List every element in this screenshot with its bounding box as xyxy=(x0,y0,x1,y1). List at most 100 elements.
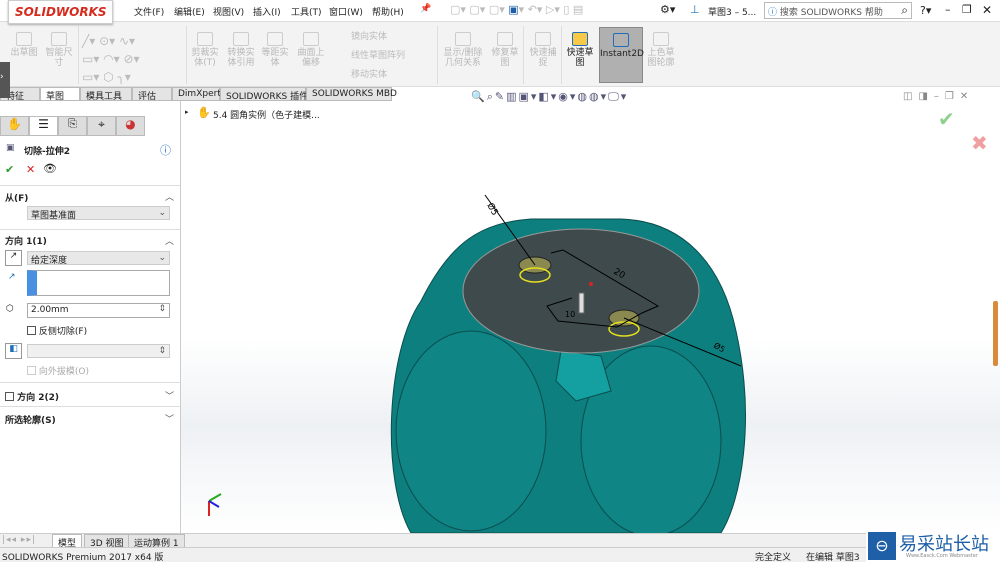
tab-mbd[interactable]: SOLIDWORKS MBD xyxy=(306,87,397,101)
selected-contours-section[interactable]: 所选轮廓(S) ﹀ xyxy=(0,406,180,430)
menu-help[interactable]: 帮助(H) xyxy=(372,5,404,18)
menu-file[interactable]: 文件(F) xyxy=(134,5,164,18)
configuration-manager-tab[interactable]: ⎘ xyxy=(58,116,87,136)
tab-addins[interactable]: SOLIDWORKS 插件 xyxy=(220,87,308,102)
from-select[interactable]: 草图基准面 ⌄ xyxy=(27,206,170,221)
logo-text: SOLIDWORKS xyxy=(15,5,107,19)
status-editing: 在编辑 草图3 xyxy=(806,553,860,563)
help-button[interactable]: ?▾ xyxy=(920,4,931,17)
menu-view[interactable]: 视图(V) xyxy=(213,5,244,18)
ribbon-smart-dimension[interactable]: 智能尺寸 xyxy=(42,32,76,68)
dice-model xyxy=(390,194,746,533)
dimxpert-manager-tab[interactable]: ⌖ xyxy=(87,116,116,136)
watermark-icon: ⊖ xyxy=(868,532,896,560)
cut-extrude-icon: ▣ xyxy=(6,143,15,153)
expand-panel-handle[interactable]: › xyxy=(0,62,10,98)
menu-insert[interactable]: 插入(I) xyxy=(253,5,281,18)
ribbon-exit-sketch[interactable]: 出草图 xyxy=(8,32,40,58)
status-defined: 完全定义 xyxy=(755,553,792,563)
reverse-direction-button[interactable]: ↗ xyxy=(5,250,22,266)
depth-icon: ⬡ xyxy=(6,304,14,314)
ribbon-quick-snaps[interactable]: 快速捕捉 xyxy=(526,32,560,68)
tab-model[interactable]: 模型 xyxy=(52,534,83,549)
tab-3d-view[interactable]: 3D 视图 xyxy=(84,534,130,549)
search-placeholder: 搜索 SOLIDWORKS 帮助 xyxy=(779,8,883,18)
quick-access-toolbar[interactable]: ▢▾ ▢▾ ▢▾ ▣▾ ↶▾ ▷▾ ▯ ▤ xyxy=(450,3,583,16)
solidworks-logo[interactable]: SOLIDWORKS xyxy=(8,0,113,24)
pin-icon[interactable]: 📌 xyxy=(420,4,431,14)
sketch-entity-tools[interactable]: ╱▾ ⊙▾ ∿▾ ▭▾ ◠▾ ⊘▾ ▭▾ ⬡ ╮▾ xyxy=(82,32,182,86)
menu-tools[interactable]: 工具(T) xyxy=(291,5,322,18)
status-bar: SOLIDWORKS Premium 2017 x64 版 完全定义 在编辑 草… xyxy=(0,547,1000,563)
expand-icon[interactable]: ﹀ xyxy=(165,389,174,402)
ribbon-relations[interactable]: 显示/删除几何关系 xyxy=(440,32,486,68)
ribbon-surface-offset[interactable]: 曲面上偏移 xyxy=(294,32,328,68)
end-condition-select[interactable]: 给定深度 ⌄ xyxy=(27,251,170,266)
ok-button[interactable]: ✔ xyxy=(5,163,14,176)
help-icon[interactable]: ⓘ xyxy=(160,142,171,158)
tab-motion-study[interactable]: 运动算例 1 xyxy=(128,534,185,549)
triad-icon xyxy=(208,493,222,516)
ribbon-repair[interactable]: 修复草图 xyxy=(488,32,522,68)
graphics-area[interactable]: ▸ ✋ 5.4 圆角实例（色子建模... 🔍⌕✎▥▣▾◧▾◉▾◍◍▾🖵▾ ◫◨–… xyxy=(181,90,1000,533)
manager-tabs: ✋ ☰ ⎘ ⌖ ◕ xyxy=(0,116,147,136)
minimize-button[interactable]: – xyxy=(945,3,951,16)
feature-title: 切除-拉伸2 xyxy=(24,147,70,157)
search-icon[interactable]: ⌕ xyxy=(901,3,908,18)
help-search-input[interactable]: ⓘ 搜索 SOLIDWORKS 帮助 ⌕ xyxy=(764,2,912,19)
ribbon-instant2d[interactable]: Instant2D xyxy=(599,27,644,83)
tab-sketch[interactable]: 草图 xyxy=(40,87,80,102)
model-tabs: |◂◂ ▸▸| 模型 3D 视图 运动算例 1 xyxy=(0,533,1000,549)
sketch-icon: ⊥ xyxy=(690,3,700,16)
watermark-logo: ⊖ 易采站长站 Www.Easck.Com Webmaster xyxy=(866,530,1000,562)
preview-eye-icon[interactable]: 👁 xyxy=(43,162,57,175)
window-title: 草图3 – 5... xyxy=(708,8,757,18)
direction-arrow-icon: ↗ xyxy=(8,272,16,282)
gear-icon[interactable]: ⚙▾ xyxy=(660,3,675,16)
dimension-dia1: Ø5 xyxy=(484,201,500,218)
direction-reference-box[interactable] xyxy=(27,270,170,296)
from-section: 从(F) ︿ 草图基准面 ⌄ xyxy=(0,185,180,229)
depth-input[interactable]: 2.00mm ⇕ xyxy=(27,303,170,318)
command-tabs: 特征 草图 模具工具 评估 DimXpert SOLIDWORKS 插件 SOL… xyxy=(0,87,400,102)
draft-outward-checkbox[interactable]: 向外拔模(O) xyxy=(27,364,89,377)
expand-icon[interactable]: ﹀ xyxy=(165,412,174,425)
ribbon-mirror[interactable]: 镜向实体 xyxy=(335,28,405,47)
property-manager-tab[interactable]: ☰ xyxy=(29,116,58,136)
property-manager: ✋ ☰ ⎘ ⌖ ◕ ▣ 切除-拉伸2 ⓘ ✔ ✕ 👁 从(F) ︿ 草图基准面 ⌄… xyxy=(0,101,181,533)
feature-manager-tab[interactable]: ✋ xyxy=(0,116,29,136)
from-label: 从(F) xyxy=(5,194,29,204)
ribbon-move[interactable]: 移动实体 xyxy=(335,66,405,85)
display-manager-tab[interactable]: ◕ xyxy=(116,116,145,136)
draft-angle-input[interactable]: ⇕ xyxy=(27,344,170,358)
ribbon-trim[interactable]: 剪裁实体(T) xyxy=(190,32,220,68)
cancel-button[interactable]: ✕ xyxy=(26,163,35,176)
collapse-icon[interactable]: ︿ xyxy=(165,234,174,247)
watermark-subtext: Www.Easck.Com Webmaster xyxy=(906,553,978,559)
dimension-len2: 10 xyxy=(565,310,575,319)
ribbon-rapid-sketch[interactable]: 快速草图 xyxy=(563,32,597,68)
model-view: Ø5 20 10 Ø5 xyxy=(208,194,746,533)
collapse-icon[interactable]: ︿ xyxy=(165,190,174,203)
tab-scroll-arrows[interactable]: |◂◂ ▸▸| xyxy=(2,535,36,545)
menu-window[interactable]: 窗口(W) xyxy=(329,5,363,18)
tab-evaluate[interactable]: 评估 xyxy=(132,87,172,102)
direction1-label: 方向 1(1) xyxy=(5,237,47,247)
menu-edit[interactable]: 编辑(E) xyxy=(174,5,205,18)
selected-contours-label: 所选轮廓(S) xyxy=(5,416,56,426)
draft-button[interactable]: ◧ xyxy=(5,343,22,359)
direction2-section[interactable]: 方向 2(2) ﹀ xyxy=(0,382,180,406)
ribbon-offset[interactable]: 等距实体 xyxy=(260,32,290,68)
ribbon-shaded-contours[interactable]: 上色草图轮廓 xyxy=(644,32,678,68)
close-button[interactable]: ✕ xyxy=(982,3,992,17)
ribbon-linear-pattern[interactable]: 线性草图阵列 xyxy=(335,47,405,66)
direction1-section: 方向 1(1) ︿ ↗ 给定深度 ⌄ ↗ ⬡ 2.00mm ⇕ 反侧切除(F) ◧ … xyxy=(0,229,180,391)
flip-side-checkbox[interactable]: 反侧切除(F) xyxy=(27,324,87,337)
ribbon-convert[interactable]: 转换实体引用 xyxy=(224,32,258,68)
tab-mold-tools[interactable]: 模具工具 xyxy=(80,87,132,102)
restore-button[interactable]: ❐ xyxy=(962,3,972,16)
command-manager-ribbon: › 出草图 智能尺寸 ╱▾ ⊙▾ ∿▾ ▭▾ ◠▾ ⊘▾ ▭▾ ⬡ ╮▾ 剪裁实体(… xyxy=(0,22,1000,98)
title-bar: SOLIDWORKS 文件(F) 编辑(E) 视图(V) 插入(I) 工具(T)… xyxy=(0,0,1000,24)
direction2-label: 方向 2(2) xyxy=(17,393,60,403)
tab-dimxpert[interactable]: DimXpert xyxy=(172,87,221,101)
